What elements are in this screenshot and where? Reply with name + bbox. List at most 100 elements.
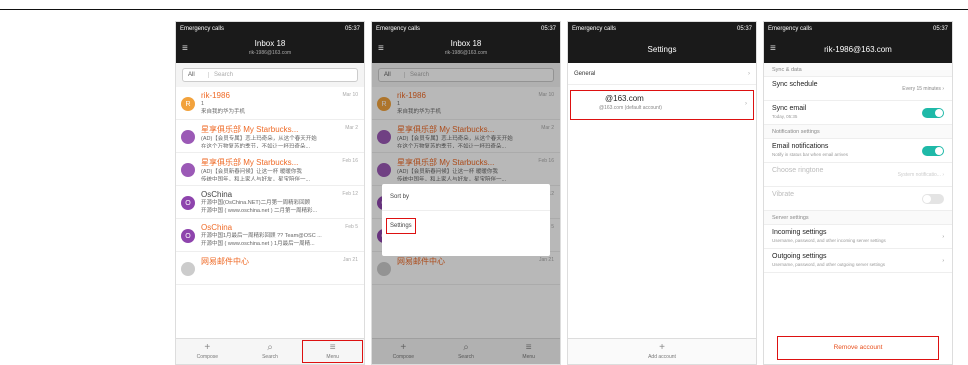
mail-item[interactable]: 星享俱乐部 My Starbucks... (AD)【会员新春问候】让这一杯 暖暖… (176, 153, 364, 186)
search-box[interactable]: All Search (182, 68, 358, 82)
mail-item[interactable]: 网易邮件中心 Jan 21 (176, 252, 364, 285)
carrier-text: Emergency calls (376, 25, 421, 32)
top-divider (0, 9, 968, 10)
mail-sender: 星享俱乐部 My Starbucks... (201, 158, 299, 167)
app-bar: ≡ rik-1986@163.com (764, 35, 952, 63)
carrier-text: Emergency calls (768, 25, 813, 32)
outgoing-label: Outgoing settings (772, 253, 827, 260)
status-bar: Emergency calls 05:37 (176, 22, 364, 35)
carrier-text: Emergency calls (572, 25, 617, 32)
mail-body: OsChina开源中国(OsChina.NET)二月第一周精彩回顾开源中国 ( … (201, 190, 359, 214)
default-account-label: @163.com (default account) (599, 105, 662, 111)
search-icon: ⌕ (267, 342, 273, 353)
outgoing-settings-item[interactable]: Outgoing settings Username, password, an… (764, 249, 952, 273)
mail-item[interactable]: 星享俱乐部 My Starbucks... (AD)【会员专属】恋上玛奇朵，从这个… (176, 120, 364, 153)
vibrate-item: Vibrate (764, 187, 952, 211)
chevron-right-icon: › (942, 258, 944, 264)
inbox-menu-screen: Emergency calls 05:37 ≡ Inbox 18 rik-198… (371, 21, 561, 365)
remove-account-button[interactable]: Remove account (777, 336, 939, 360)
account-item[interactable]: @163.com @163.com (default account) › (570, 90, 754, 120)
mail-sender: rik-1986 (201, 91, 230, 100)
account-settings-screen: Emergency calls 05:37 ≡ rik-1986@163.com… (763, 21, 953, 365)
drawer-icon[interactable]: ≡ (378, 43, 384, 54)
mail-sender: 星享俱乐部 My Starbucks... (201, 125, 299, 134)
mail-date: Feb 12 (342, 191, 358, 197)
email-notifications-sub: Notify in status bar when email arrives (772, 152, 849, 157)
mail-sender: OsChina (201, 223, 233, 232)
menu-sheet: Sort by Settings (382, 184, 550, 256)
account-email: rik-1986@163.com (444, 50, 488, 56)
add-account-button[interactable]: + Add account (568, 338, 756, 364)
mail-subject: 1 (201, 101, 205, 107)
menu-icon[interactable]: ≡ (770, 43, 776, 54)
filter-dropdown[interactable]: All (183, 72, 209, 78)
mail-date: Feb 5 (345, 224, 358, 230)
mail-body: 星享俱乐部 My Starbucks... (AD)【会员新春问候】让这一杯 暖暖… (201, 157, 359, 181)
mail-body: 星享俱乐部 My Starbucks... (AD)【会员专属】恋上玛奇朵，从这个… (201, 124, 359, 148)
mail-preview: 来自我的华为手机 (201, 109, 246, 115)
mail-item[interactable]: O OsChina开源中国(OsChina.NET)二月第一周精彩回顾开源中国 (… (176, 186, 364, 219)
sync-email-label: Sync email (772, 105, 807, 112)
sync-schedule-item[interactable]: Sync schedule Every 15 minutes › (764, 77, 952, 101)
sync-email-item[interactable]: Sync email Today, 05:35 (764, 101, 952, 125)
avatar (181, 130, 195, 144)
sort-by-item[interactable]: Sort by (382, 184, 550, 211)
clock: 05:37 (344, 25, 360, 32)
mail-item[interactable]: Rrik-1986 1 来自我的华为手机 Mar 10 (176, 87, 364, 120)
mail-subject: (AD)【会员专属】恋上玛奇朵，从这个春天开始 (201, 136, 317, 142)
tab-search[interactable]: ⌕ Search (239, 339, 302, 364)
section-sync: Sync & data (764, 63, 952, 77)
mail-preview: 开源中国 ( www.oschina.net ) 1月最后一周精... (201, 241, 315, 247)
mail-sender: OsChina (201, 190, 233, 199)
vibrate-label: Vibrate (772, 191, 795, 198)
bottom-bar: + Compose ⌕ Search ≡ Menu (176, 338, 364, 364)
status-bar: Emergency calls 05:37 (372, 22, 560, 35)
incoming-sub: Username, password, and other incoming s… (772, 238, 886, 243)
mail-body: OsChina开源中国1月最后一周精彩回顾 ?? Team@OSC ... 开源中… (201, 223, 359, 247)
mail-date: Mar 10 (342, 92, 358, 98)
incoming-settings-item[interactable]: Incoming settings Username, password, an… (764, 225, 952, 249)
tab-label: Menu (326, 354, 339, 360)
app-bar: Settings (568, 35, 756, 63)
email-notifications-toggle[interactable] (922, 146, 944, 156)
avatar (181, 163, 195, 177)
mail-subject: (AD)【会员新春问候】让这一杯 暖暖你我 (201, 169, 302, 175)
avatar (181, 262, 195, 276)
tab-compose[interactable]: + Compose (176, 339, 239, 364)
search-input[interactable]: Search (209, 72, 233, 78)
inbox-title: Inbox 18 (450, 39, 482, 48)
settings-item[interactable]: Settings (386, 218, 416, 234)
avatar: O (181, 229, 195, 243)
email-notifications-item[interactable]: Email notifications Notify in status bar… (764, 139, 952, 163)
general-label: General (574, 70, 596, 77)
avatar: R (181, 97, 195, 111)
mail-date: Mar 2 (345, 125, 358, 131)
tab-menu[interactable]: ≡ Menu (301, 339, 364, 364)
app-bar: ≡ Inbox 18 rik-1986@163.com (176, 35, 364, 63)
mail-subject: 开源中国1月最后一周精彩回顾 ?? Team@OSC ... (201, 233, 322, 239)
choose-ringtone-item: Choose ringtone System notificatio... › (764, 163, 952, 187)
mail-preview: 传统中国年，和上家人与好友，星宝陪伴一... (201, 177, 311, 181)
ringtone-value: System notificatio... › (897, 172, 944, 178)
mail-sender: 网易邮件中心 (201, 257, 249, 266)
chevron-right-icon: › (748, 70, 750, 77)
drawer-icon[interactable]: ≡ (182, 43, 188, 54)
mail-item[interactable]: O OsChina开源中国1月最后一周精彩回顾 ?? Team@OSC ... 开源… (176, 219, 364, 252)
settings-screen: Emergency calls 05:37 Settings General ›… (567, 21, 757, 365)
mail-body: rik-1986 1 来自我的华为手机 (201, 91, 359, 115)
sync-schedule-value: Every 15 minutes › (902, 86, 944, 92)
sync-email-toggle[interactable] (922, 108, 944, 118)
clock: 05:37 (540, 25, 556, 32)
chevron-right-icon: › (745, 101, 747, 107)
tab-label: Search (262, 354, 278, 360)
add-account-label: Add account (648, 354, 676, 360)
mail-preview: 开源中国 ( www.oschina.net ) 二月第一周精彩... (201, 208, 318, 214)
mail-list: Rrik-1986 1 来自我的华为手机 Mar 10 星享俱乐部 My Starbuc… (176, 87, 364, 285)
general-item[interactable]: General › (568, 63, 756, 85)
mail-date: Jan 21 (342, 257, 358, 263)
menu-icon: ≡ (329, 342, 336, 353)
account-title: rik-1986@163.com (824, 45, 892, 54)
chevron-right-icon: › (942, 234, 944, 240)
clock: 05:37 (736, 25, 752, 32)
tab-label: Compose (196, 354, 219, 360)
